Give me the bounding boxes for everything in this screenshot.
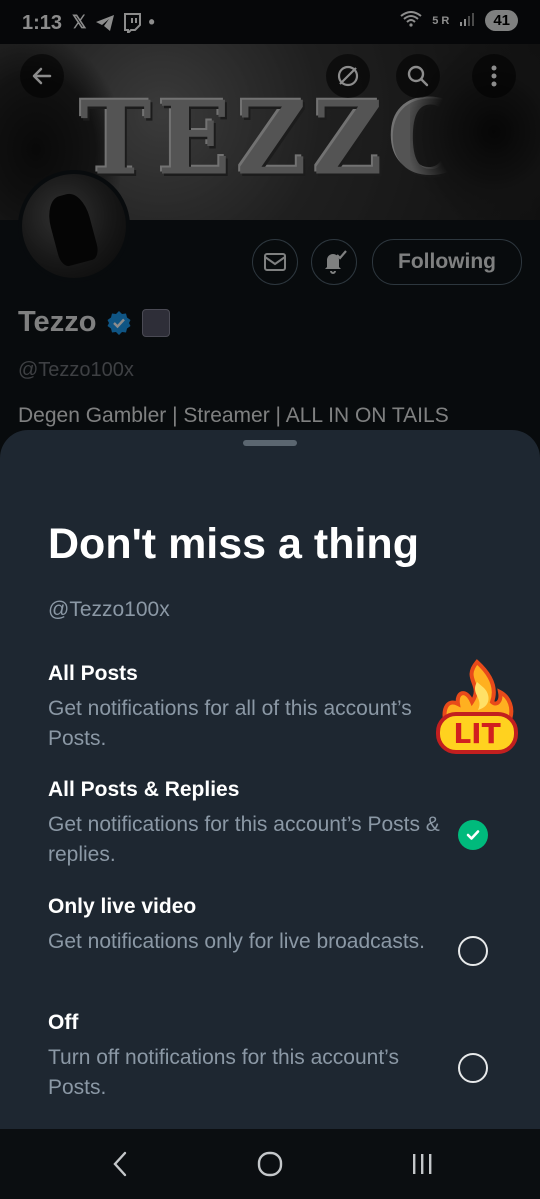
grok-icon xyxy=(337,65,359,87)
profile-handle: @Tezzo100x xyxy=(18,359,134,381)
option-description: Turn off notifications for this account’… xyxy=(48,1046,399,1099)
lit-fire-sticker: LIT xyxy=(436,659,518,754)
wifi-icon xyxy=(400,11,422,30)
twitch-icon xyxy=(123,12,141,33)
affiliate-badge-icon xyxy=(142,308,171,337)
telegram-icon xyxy=(95,14,114,31)
option-title: Only live video xyxy=(48,895,197,918)
status-time: 1:13 xyxy=(22,12,63,34)
search-button[interactable] xyxy=(396,54,440,98)
chevron-left-icon xyxy=(113,1151,127,1177)
option-description: Get notifications for this account’s Pos… xyxy=(48,813,440,866)
signal-label: 5 R xyxy=(432,14,450,27)
notification-settings-sheet: Don't miss a thing @Tezzo100x All Posts … xyxy=(0,430,540,1130)
profile-name: Tezzo xyxy=(18,306,97,338)
option-description: Get notifications for all of this accoun… xyxy=(48,697,412,750)
dot-icon: • xyxy=(148,12,155,32)
back-button[interactable] xyxy=(20,54,64,98)
sheet-title: Don't miss a thing xyxy=(48,520,419,568)
signal-icon xyxy=(459,11,475,30)
battery-indicator: 41 xyxy=(485,10,518,31)
nav-home-button[interactable] xyxy=(250,1147,290,1181)
avatar-figure xyxy=(43,190,101,268)
recents-icon xyxy=(413,1154,432,1174)
option-all-posts-replies[interactable]: All Posts & Replies Get notifications fo… xyxy=(48,778,468,870)
sheet-drag-handle[interactable] xyxy=(243,440,297,446)
radio-unselected-icon[interactable] xyxy=(458,1053,488,1083)
grok-button[interactable] xyxy=(326,54,370,98)
x-app-icon: 𝕏 xyxy=(72,12,87,32)
notifications-button[interactable] xyxy=(311,239,357,285)
option-only-live-video[interactable]: Only live video Get notifications only f… xyxy=(48,895,468,957)
profile-name-row: Tezzo xyxy=(18,306,171,339)
mail-icon xyxy=(264,253,286,271)
profile-bio: Degen Gambler | Streamer | ALL IN ON TAI… xyxy=(18,404,449,427)
more-options-button[interactable] xyxy=(472,54,516,98)
avatar[interactable] xyxy=(18,170,130,282)
message-button[interactable] xyxy=(252,239,298,285)
search-icon xyxy=(407,65,429,87)
nav-recents-button[interactable] xyxy=(402,1147,442,1181)
status-bar: 1:13 𝕏 • 5 R 41 xyxy=(0,0,540,44)
system-nav-bar xyxy=(0,1129,540,1199)
option-title: Off xyxy=(48,1011,79,1034)
option-description: Get notifications only for live broadcas… xyxy=(48,930,426,953)
radio-unselected-icon[interactable] xyxy=(458,936,488,966)
option-all-posts[interactable]: All Posts Get notifications for all of t… xyxy=(48,662,468,754)
bell-check-icon xyxy=(325,250,347,274)
status-system-icons: 5 R 41 xyxy=(400,10,518,31)
arrow-left-icon xyxy=(32,67,52,85)
option-title: All Posts xyxy=(48,662,138,685)
sheet-account-handle: @Tezzo100x xyxy=(48,598,170,621)
status-notification-icons: 𝕏 • xyxy=(72,12,155,33)
sticker-text: LIT xyxy=(453,717,500,750)
home-circle-icon xyxy=(257,1151,283,1177)
option-title: All Posts & Replies xyxy=(48,778,240,801)
radio-selected-check-icon[interactable] xyxy=(458,820,488,850)
verified-badge-icon xyxy=(107,310,131,335)
option-off[interactable]: Off Turn off notifications for this acco… xyxy=(48,1011,468,1103)
more-vertical-icon xyxy=(491,65,497,87)
nav-back-button[interactable] xyxy=(100,1147,140,1181)
following-button[interactable]: Following xyxy=(372,239,522,285)
